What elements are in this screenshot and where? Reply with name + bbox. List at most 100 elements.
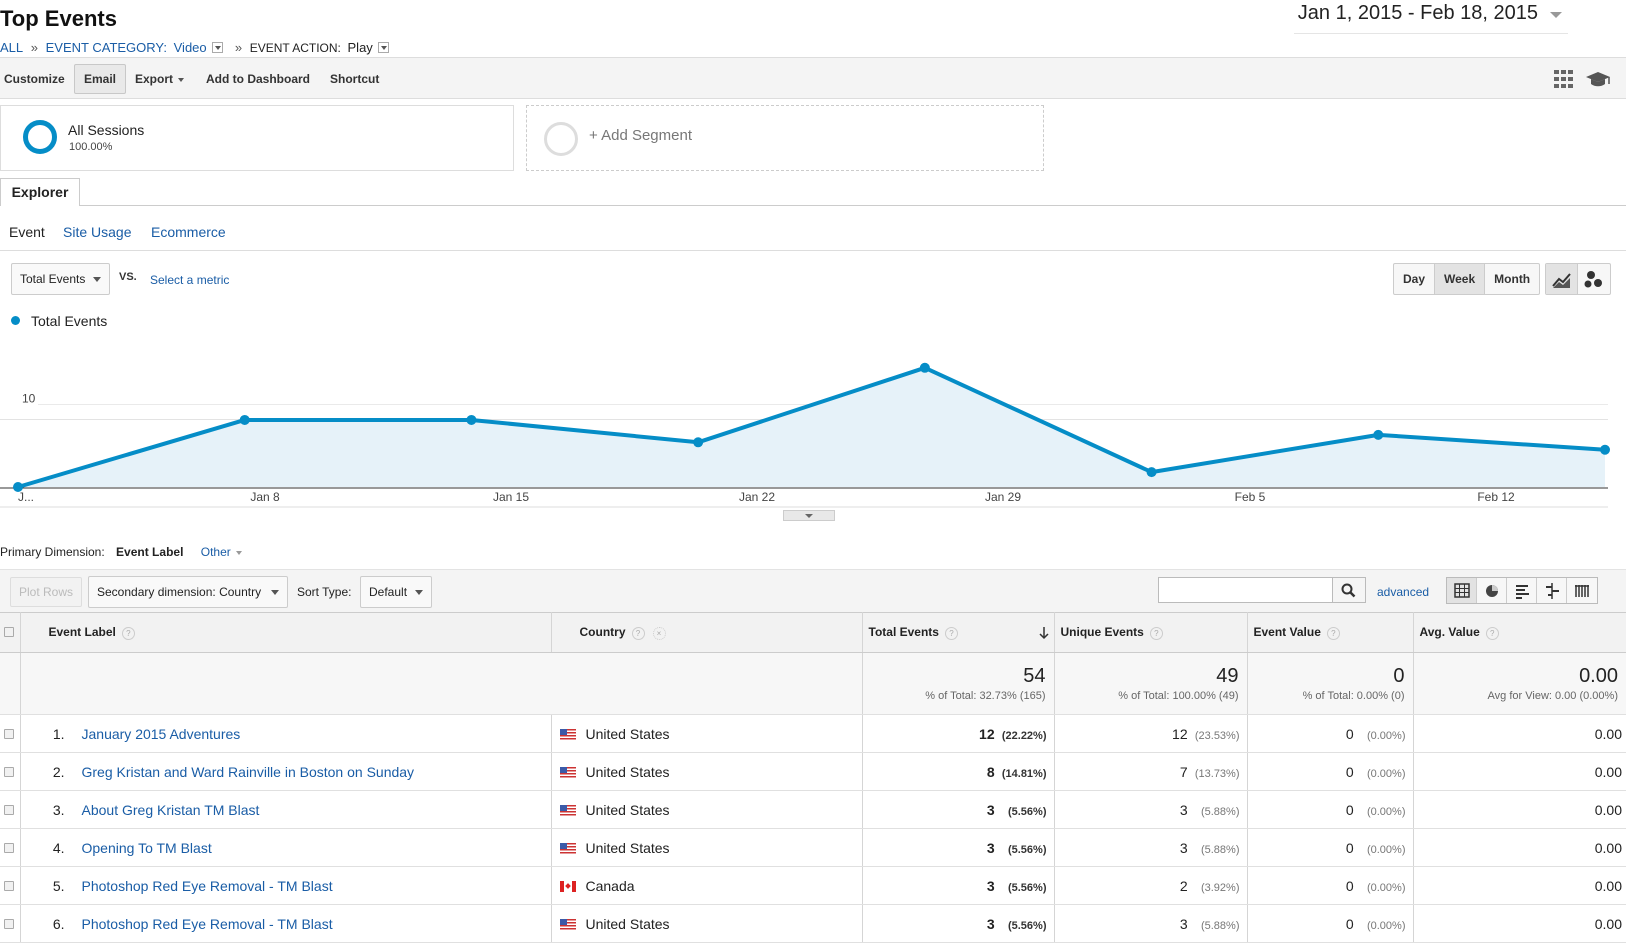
column-header-avg-value[interactable]: Avg. Value? [1413,612,1626,653]
shortcut-button[interactable]: Shortcut [326,64,383,94]
help-icon[interactable]: ? [121,626,135,640]
select-metric-link[interactable]: Select a metric [150,273,229,287]
row-index: 2. [52,763,65,780]
column-header-label: Event Label [48,625,116,640]
action-dropdown-icon[interactable] [378,42,390,54]
email-button[interactable]: Email [74,64,127,94]
table-search-input[interactable] [1158,577,1333,603]
total-events-percent: (22.22%) [1001,729,1047,742]
event-label-link[interactable]: Opening To TM Blast [82,840,212,856]
event-label-link[interactable]: January 2015 Adventures [82,726,241,742]
line-chart-button[interactable] [1546,264,1578,294]
graduation-cap-icon[interactable] [1585,69,1611,89]
chevron-down-icon [1550,12,1562,18]
granularity-toggle: Day Week Month [1393,263,1541,295]
search-button[interactable] [1332,577,1366,603]
data-point [1373,429,1384,440]
data-point [1146,467,1157,478]
column-header-country[interactable]: Country? × [551,612,863,653]
total-events-cell: 3 (5.56%) [862,866,1055,905]
date-range-picker[interactable]: Jan 1, 2015 - Feb 18, 2015 [1293,2,1568,34]
country-name[interactable]: United States [586,916,670,932]
data-view-button[interactable] [1447,578,1477,603]
primary-dimension-event-label[interactable]: Event Label [116,545,183,559]
column-header-event-label[interactable]: Event Label? [20,612,552,653]
row-checkbox[interactable] [4,728,14,739]
column-header-total-events[interactable]: Total Events? [862,612,1055,653]
subtab-site-usage[interactable]: Site Usage [63,224,131,240]
event-label-link[interactable]: Greg Kristan and Ward Rainville in Bosto… [82,764,415,780]
pivot-view-button[interactable] [1567,578,1597,603]
comparison-view-button[interactable] [1537,578,1567,603]
column-header-label: Avg. Value [1419,625,1480,640]
event-label-link[interactable]: About Greg Kristan TM Blast [82,802,260,818]
help-icon[interactable]: ? [631,626,645,640]
add-to-dashboard-button[interactable]: Add to Dashboard [202,64,314,94]
add-segment-button[interactable]: + Add Segment [526,105,1044,171]
breadcrumb-all-link[interactable]: ALL [0,40,23,55]
total-events-cell: 12 (22.22%) [862,714,1055,753]
chevron-down-icon [805,514,813,518]
customize-button[interactable]: Customize [0,64,69,94]
row-checkbox[interactable] [4,804,14,815]
plot-rows-button[interactable]: Plot Rows [10,577,83,607]
event-value-percent: (0.00%) [1366,729,1406,742]
row-checkbox[interactable] [4,880,14,891]
grid-icon[interactable] [1553,69,1575,89]
select-all-checkbox[interactable] [4,626,14,637]
country-name[interactable]: United States [586,840,670,856]
category-dropdown-icon[interactable] [212,42,224,54]
secondary-dimension-select[interactable]: Secondary dimension: Country [88,576,289,608]
help-icon[interactable]: ? [1326,626,1340,640]
row-checkbox[interactable] [4,842,14,853]
tab-explorer[interactable]: Explorer [0,178,80,206]
sort-type-select[interactable]: Default [360,576,433,608]
event-label-link[interactable]: Photoshop Red Eye Removal - TM Blast [82,916,333,932]
help-icon[interactable]: ? [1149,626,1163,640]
breadcrumb-category-value[interactable]: Video [174,40,207,55]
performance-view-button[interactable] [1507,578,1537,603]
country-name[interactable]: United States [586,764,670,780]
search-icon [1341,583,1356,598]
segment-all-sessions[interactable]: All Sessions 100.00% [0,105,514,171]
column-header-event-value[interactable]: Event Value? [1247,612,1414,653]
help-icon[interactable]: ? [944,626,958,640]
x-tick-label: Jan 15 [493,490,529,504]
percentage-view-button[interactable] [1477,578,1507,603]
date-start: Jan 1, 2015 [1297,2,1403,24]
breadcrumb-category-label[interactable]: EVENT CATEGORY: [46,40,167,55]
table-row: 3. About Greg Kristan TM Blast United Stat… [0,790,1626,829]
chevron-down-icon [178,77,185,82]
month-button[interactable]: Month [1485,264,1539,294]
help-icon[interactable]: ? [1485,626,1499,640]
country-name[interactable]: Canada [586,878,635,894]
event-label-cell: 6. Photoshop Red Eye Removal - TM Blast [20,904,552,943]
country-name[interactable]: United States [586,726,670,742]
country-cell: Canada [551,866,863,905]
x-tick-label: J... [18,490,34,504]
metric-select[interactable]: Total Events [11,263,111,295]
event-value-cell: 0 (0.00%) [1247,866,1414,905]
row-checkbox[interactable] [4,766,14,777]
row-checkbox[interactable] [4,918,14,929]
divider [0,250,1626,251]
event-value-percent: (0.00%) [1366,881,1406,894]
primary-dimension-other[interactable]: Other [201,545,231,559]
subtab-event[interactable]: Event [9,224,45,240]
day-button[interactable]: Day [1394,264,1436,294]
legend-dot [11,316,20,325]
column-header-unique-events[interactable]: Unique Events? [1054,612,1248,653]
advanced-filter-link[interactable]: advanced [1377,585,1429,599]
export-button[interactable]: Export [131,64,188,94]
week-button[interactable]: Week [1435,264,1486,294]
unique-events-percent: (23.53%) [1194,729,1240,742]
total-events-value: 3 [986,839,995,856]
country-name[interactable]: United States [586,802,670,818]
series-area [18,367,1605,487]
subtab-ecommerce[interactable]: Ecommerce [151,224,226,240]
event-label-link[interactable]: Photoshop Red Eye Removal - TM Blast [82,878,333,894]
chart-resize-handle[interactable] [783,510,835,521]
total-events-percent: (5.56%) [1007,805,1047,818]
remove-dimension-icon[interactable]: × [652,626,666,640]
motion-chart-button[interactable] [1578,264,1610,294]
